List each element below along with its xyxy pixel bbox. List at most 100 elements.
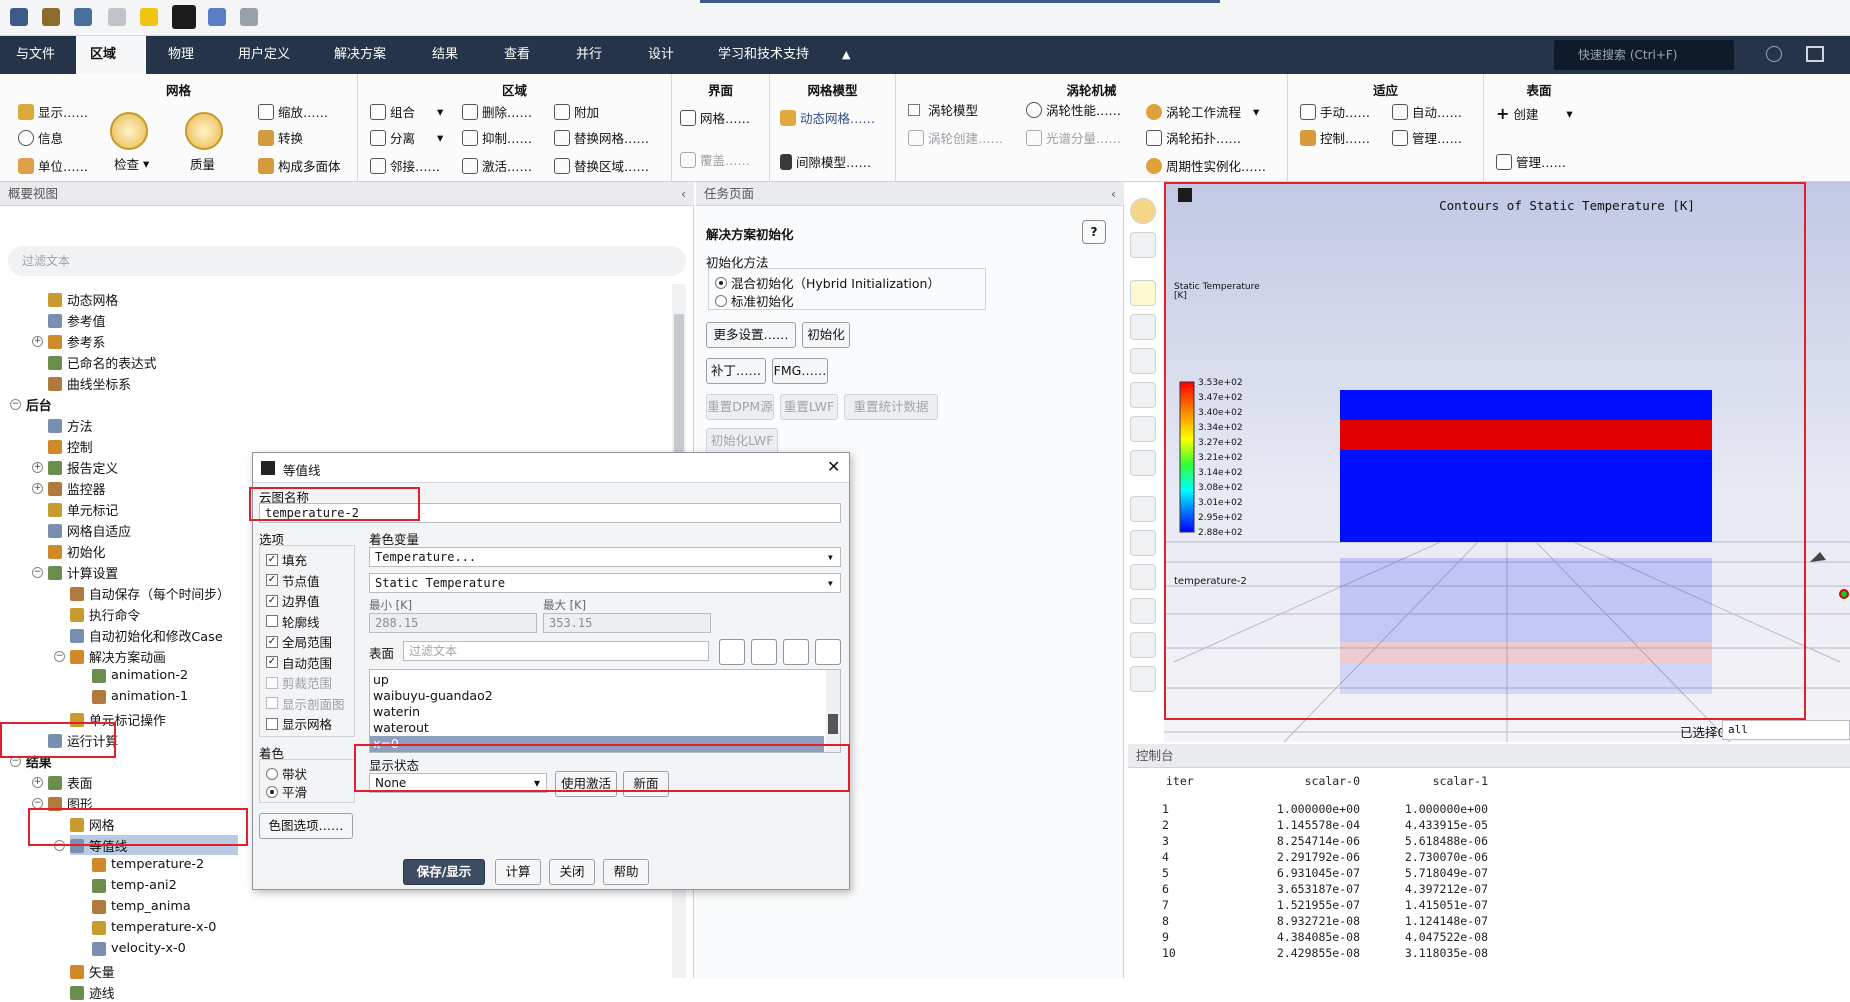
parameters-icon[interactable] xyxy=(208,8,226,26)
collapse-icon[interactable]: − xyxy=(32,798,43,809)
adjacency-button[interactable]: 邻接…… xyxy=(370,156,440,175)
reset-lwf-button[interactable]: 重置LWF xyxy=(780,394,838,420)
option-checkbox[interactable]: 剪裁范围 xyxy=(266,673,332,692)
colormap-options-button[interactable]: 色图选项…… xyxy=(259,813,353,839)
replace-mesh-button[interactable]: 替换网格…… xyxy=(554,128,649,147)
checkbox[interactable] xyxy=(266,717,278,730)
tree-item[interactable]: temp-ani2 xyxy=(76,878,177,893)
tree-item[interactable]: + 报告定义 xyxy=(32,458,118,477)
tree-item[interactable]: 动态网格 xyxy=(32,290,118,309)
tree-item[interactable]: 运行计算 xyxy=(32,731,118,750)
check-list-icon[interactable] xyxy=(783,639,809,665)
radio-on[interactable] xyxy=(266,785,278,798)
option-checkbox[interactable]: 轮廓线 xyxy=(266,612,320,631)
variable-category-select[interactable]: Temperature... ▾ xyxy=(369,547,841,567)
checkbox[interactable]: ✓ xyxy=(266,553,278,566)
collapse-panel-icon[interactable]: ‹ xyxy=(681,182,686,206)
expand-icon[interactable]: + xyxy=(32,336,43,347)
collapse-icon[interactable]: − xyxy=(10,756,21,767)
tree-item[interactable]: 已命名的表达式 xyxy=(32,353,157,372)
tab-view[interactable]: 查看 xyxy=(490,36,544,74)
graphics-window[interactable]: Contours of Static Temperature [K] Stati… xyxy=(1164,182,1850,742)
help-icon[interactable]: ? xyxy=(1082,220,1106,244)
checkbox[interactable]: ✓ xyxy=(266,594,278,607)
combine-button[interactable]: 组合 ▾ xyxy=(370,102,443,121)
snapshot-icon[interactable] xyxy=(1130,232,1156,258)
reload-icon[interactable] xyxy=(108,8,126,26)
tab-results[interactable]: 结果 xyxy=(418,36,472,74)
surface-create-button[interactable]: + 创建 ▾ xyxy=(1496,104,1573,123)
surface-list-item[interactable]: waibuyu-guandao2 xyxy=(370,688,824,704)
tree-item[interactable]: + 表面 xyxy=(32,773,93,792)
activate-button[interactable]: 激活…… xyxy=(462,156,532,175)
tree-item[interactable]: temp_anima xyxy=(76,899,191,914)
units-button[interactable]: 单位…… xyxy=(18,156,88,175)
help-button[interactable]: 帮助 xyxy=(603,859,649,885)
tab-user-defined[interactable]: 用户定义 xyxy=(224,36,304,74)
tree-item[interactable]: 单元标记操作 xyxy=(54,710,166,729)
tree-item[interactable]: 控制 xyxy=(32,437,93,456)
option-checkbox[interactable]: ✓ 节点值 xyxy=(266,571,320,590)
use-active-button[interactable]: 使用激活 xyxy=(555,771,617,797)
surface-list-item[interactable]: x=0 xyxy=(370,736,824,752)
info-button[interactable]: 信息 xyxy=(18,128,63,147)
surface-filter-input[interactable]: 过滤文本 xyxy=(403,641,709,661)
collapse-icon[interactable]: − xyxy=(10,399,21,410)
standard-radio[interactable]: 标准初始化 xyxy=(715,291,794,310)
compute-button[interactable]: 计算 xyxy=(495,859,541,885)
delete-button[interactable]: 删除…… xyxy=(462,102,532,121)
smooth-radio[interactable]: 平滑 xyxy=(266,782,307,801)
expand-icon[interactable]: + xyxy=(32,777,43,788)
tree-item[interactable]: 自动初始化和修改Case xyxy=(54,626,223,645)
checkbox[interactable]: ✓ xyxy=(266,635,278,648)
gap-model-button[interactable]: 间隙模型…… xyxy=(780,152,871,171)
adapt-manual-button[interactable]: 手动…… xyxy=(1300,102,1370,121)
turbo-create-button[interactable]: 涡轮创建…… xyxy=(908,128,1003,147)
tree-item[interactable]: 执行命令 xyxy=(54,605,140,624)
collapse-icon[interactable]: − xyxy=(54,651,65,662)
deactivate-button[interactable]: 抑制…… xyxy=(462,128,532,147)
workbench-icon[interactable] xyxy=(172,5,196,29)
hybrid-radio[interactable]: 混合初始化（Hybrid Initialization） xyxy=(715,273,940,292)
checkbox[interactable]: ✓ xyxy=(266,574,278,586)
help-icon[interactable] xyxy=(1766,46,1782,62)
collapse-ribbon-icon[interactable]: ▲ xyxy=(842,48,850,61)
list-icon[interactable] xyxy=(751,639,777,665)
zoom-icon[interactable] xyxy=(1130,416,1156,442)
tree-item[interactable]: 方法 xyxy=(32,416,93,435)
patch-button[interactable]: 补丁…… xyxy=(706,358,766,384)
tree-item[interactable]: 矢量 xyxy=(54,962,115,981)
list-scrollbar[interactable] xyxy=(826,670,840,752)
new-surface-button[interactable]: 新面 xyxy=(623,771,669,797)
turbo-model-checkbox[interactable]: 涡轮模型 xyxy=(908,100,978,119)
adapt-controls-button[interactable]: 控制…… xyxy=(1300,128,1370,147)
zoom-out-icon[interactable] xyxy=(1130,564,1156,590)
expand-icon[interactable]: + xyxy=(32,462,43,473)
surface-manage-button[interactable]: 管理…… xyxy=(1496,152,1566,171)
layout-icon[interactable] xyxy=(1806,46,1824,62)
more-settings-button[interactable]: 更多设置…… xyxy=(706,322,796,348)
display-state-select[interactable]: None ▾ xyxy=(369,773,547,793)
close-button[interactable]: 关闭 xyxy=(549,859,595,885)
tree-item[interactable]: 初始化 xyxy=(32,542,105,561)
rotate-icon[interactable] xyxy=(1130,314,1156,340)
tree-item[interactable]: velocity-x-0 xyxy=(76,941,186,956)
collapse-icon[interactable]: − xyxy=(32,567,43,578)
probe-icon[interactable] xyxy=(1130,450,1156,476)
init-lwf-button[interactable]: 初始化LWF xyxy=(706,428,778,454)
tree-item[interactable]: animation-1 xyxy=(76,689,188,704)
pan-icon[interactable] xyxy=(1130,348,1156,374)
select-all-icon[interactable] xyxy=(719,639,745,665)
tab-solution[interactable]: 解决方案 xyxy=(320,36,400,74)
new-file-icon[interactable] xyxy=(10,8,28,26)
close-icon[interactable]: ✕ xyxy=(827,457,840,476)
console-panel[interactable]: iter scalar-0 scalar-1 1 1.000000e+00 1.00… xyxy=(1128,768,1850,978)
scroll-thumb[interactable] xyxy=(828,714,838,734)
periodic-instancing-button[interactable]: 周期性实例化…… xyxy=(1146,156,1266,175)
option-checkbox[interactable]: ✓ 边界值 xyxy=(266,591,320,610)
tab-physics[interactable]: 物理 xyxy=(154,36,208,74)
interface-mesh-button[interactable]: 网格…… xyxy=(680,108,750,127)
surface-list-item[interactable]: up xyxy=(370,672,824,688)
tree-item[interactable]: 网格自适应 xyxy=(32,521,131,540)
expand-icon[interactable]: + xyxy=(32,483,43,494)
